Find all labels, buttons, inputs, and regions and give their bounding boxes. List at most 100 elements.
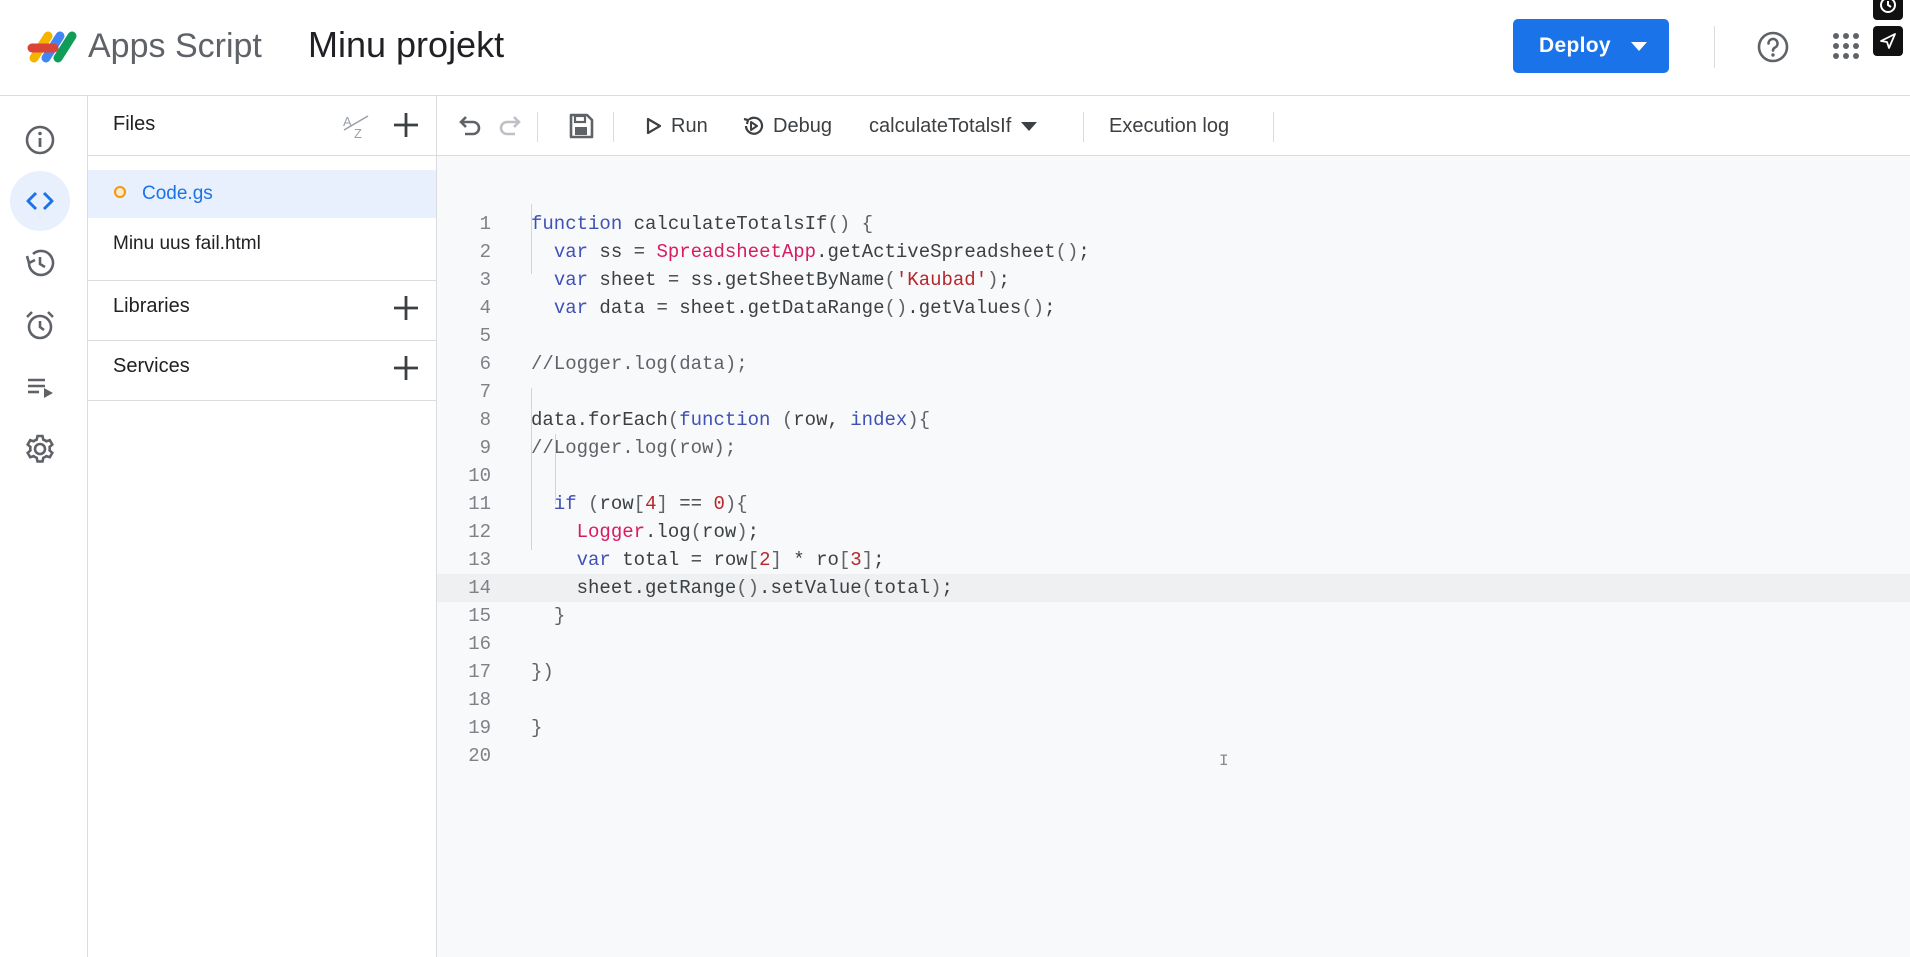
apps-grid-icon[interactable]	[1832, 32, 1860, 60]
file-name: Code.gs	[142, 183, 213, 204]
line-number: 6	[479, 353, 491, 375]
code-line[interactable]: 11 if (row[4] == 0){	[437, 490, 1910, 518]
toolbar-divider	[613, 112, 614, 142]
code-text[interactable]: var data = sheet.getDataRange().getValue…	[531, 294, 1056, 322]
header-divider	[1714, 26, 1715, 68]
project-title[interactable]: Minu projekt	[308, 24, 504, 66]
add-file-icon[interactable]	[391, 110, 421, 140]
code-line[interactable]: 13 var total = row[2] * ro[3];	[437, 546, 1910, 574]
sort-az-icon[interactable]: A Z	[340, 110, 372, 142]
function-select-dropdown[interactable]: calculateTotalsIf	[869, 108, 1038, 144]
file-name: Minu uus fail.html	[113, 233, 261, 254]
code-line[interactable]: 16	[437, 630, 1910, 658]
code-line[interactable]: 9 //Logger.log(row);	[437, 434, 1910, 462]
undo-icon[interactable]	[453, 110, 485, 142]
code-text[interactable]: Logger.log(row);	[531, 518, 759, 546]
code-text[interactable]: })	[531, 658, 554, 686]
services-section[interactable]: Services	[88, 341, 437, 401]
code-line[interactable]: 17})	[437, 658, 1910, 686]
rail-settings-button[interactable]	[10, 419, 70, 479]
code-text[interactable]: //Logger.log(row);	[531, 434, 736, 462]
code-line[interactable]: 8 data.forEach(function (row, index){	[437, 406, 1910, 434]
files-panel: Files A Z Code.gs Minu uus fail.html Lib…	[88, 96, 437, 957]
code-text[interactable]: function calculateTotalsIf() {	[531, 210, 873, 238]
debug-label: Debug	[773, 114, 832, 137]
code-line[interactable]: 14 sheet.getRange().setValue(total);	[437, 574, 1910, 602]
history-corner-icon[interactable]	[1873, 0, 1903, 20]
toolbar-divider	[537, 112, 538, 142]
rail-editor-button[interactable]	[10, 171, 70, 231]
apps-script-logo-icon[interactable]	[26, 24, 80, 66]
text-cursor-icon: I	[1219, 752, 1229, 770]
line-number: 16	[468, 633, 491, 655]
run-label: Run	[671, 114, 708, 137]
add-library-icon[interactable]	[391, 293, 421, 323]
deploy-button[interactable]: Deploy	[1513, 19, 1669, 73]
code-line[interactable]: 18	[437, 686, 1910, 714]
debug-icon	[743, 116, 764, 135]
code-line[interactable]: 20	[437, 742, 1910, 770]
rail-executions-button[interactable]	[10, 357, 70, 417]
code-line[interactable]: 7	[437, 378, 1910, 406]
code-text[interactable]: var total = row[2] * ro[3];	[531, 546, 885, 574]
code-line[interactable]: 4 var data = sheet.getDataRange().getVal…	[437, 294, 1910, 322]
gear-icon	[26, 434, 54, 463]
redo-icon[interactable]	[495, 110, 527, 142]
top-app-bar: Apps Script Minu projekt Deploy	[0, 0, 1910, 96]
files-title: Files	[113, 113, 156, 135]
left-navigation-rail	[0, 96, 88, 957]
debug-button[interactable]: Debug	[741, 108, 832, 144]
execution-log-label: Execution log	[1109, 114, 1230, 137]
code-text[interactable]: }	[531, 714, 542, 742]
product-name[interactable]: Apps Script	[88, 26, 262, 66]
rail-overview-button[interactable]	[10, 110, 70, 170]
code-line[interactable]: 5	[437, 322, 1910, 350]
services-title: Services	[113, 355, 190, 377]
svg-text:Z: Z	[354, 126, 362, 141]
line-number: 1	[479, 213, 491, 235]
code-text[interactable]: var sheet = ss.getSheetByName('Kaubad');	[531, 266, 1010, 294]
add-service-icon[interactable]	[391, 353, 421, 383]
line-number: 14	[468, 577, 491, 599]
code-line[interactable]: 6 //Logger.log(data);	[437, 350, 1910, 378]
alarm-icon	[26, 311, 54, 340]
indent-guide	[531, 204, 532, 274]
libraries-title: Libraries	[113, 295, 190, 317]
run-button[interactable]: Run	[645, 108, 708, 144]
execution-log-button[interactable]: Execution log	[1109, 108, 1229, 144]
help-icon[interactable]	[1756, 30, 1790, 64]
libraries-section[interactable]: Libraries	[88, 281, 437, 341]
deploy-label: Deploy	[1539, 34, 1611, 57]
code-text[interactable]: //Logger.log(data);	[531, 350, 748, 378]
send-corner-icon[interactable]	[1873, 26, 1903, 56]
file-item-code-gs[interactable]: Code.gs	[88, 170, 436, 218]
save-icon[interactable]	[565, 110, 597, 142]
executions-icon	[28, 378, 53, 398]
line-number: 5	[479, 325, 491, 347]
code-text[interactable]: data.forEach(function (row, index){	[531, 406, 930, 434]
code-text[interactable]: var ss = SpreadsheetApp.getActiveSpreads…	[531, 238, 1090, 266]
code-line[interactable]: 2 var ss = SpreadsheetApp.getActiveSprea…	[437, 238, 1910, 266]
code-text[interactable]: }	[531, 602, 565, 630]
rail-history-button[interactable]	[10, 233, 70, 293]
code-line[interactable]: 12 Logger.log(row);	[437, 518, 1910, 546]
code-text[interactable]: sheet.getRange().setValue(total);	[531, 574, 953, 602]
chevron-down-icon	[1021, 121, 1038, 131]
line-number: 17	[468, 661, 491, 683]
line-number: 12	[468, 521, 491, 543]
deploy-dropdown-caret-icon[interactable]	[1631, 42, 1647, 51]
code-line[interactable]: 19}	[437, 714, 1910, 742]
code-line[interactable]: 3 var sheet = ss.getSheetByName('Kaubad'…	[437, 266, 1910, 294]
line-number: 19	[468, 717, 491, 739]
code-text[interactable]: if (row[4] == 0){	[531, 490, 748, 518]
info-icon	[25, 125, 55, 155]
file-unsaved-dot-icon	[114, 186, 126, 198]
code-icon	[26, 191, 54, 211]
code-line[interactable]: 10	[437, 462, 1910, 490]
code-line[interactable]: 1 function calculateTotalsIf() {	[437, 210, 1910, 238]
rail-triggers-button[interactable]	[10, 295, 70, 355]
file-item-minu-uus-fail[interactable]: Minu uus fail.html	[88, 220, 436, 268]
code-editor[interactable]: 1 function calculateTotalsIf() {2 var ss …	[437, 156, 1910, 957]
toolbar-divider	[1273, 112, 1274, 142]
code-line[interactable]: 15 }	[437, 602, 1910, 630]
